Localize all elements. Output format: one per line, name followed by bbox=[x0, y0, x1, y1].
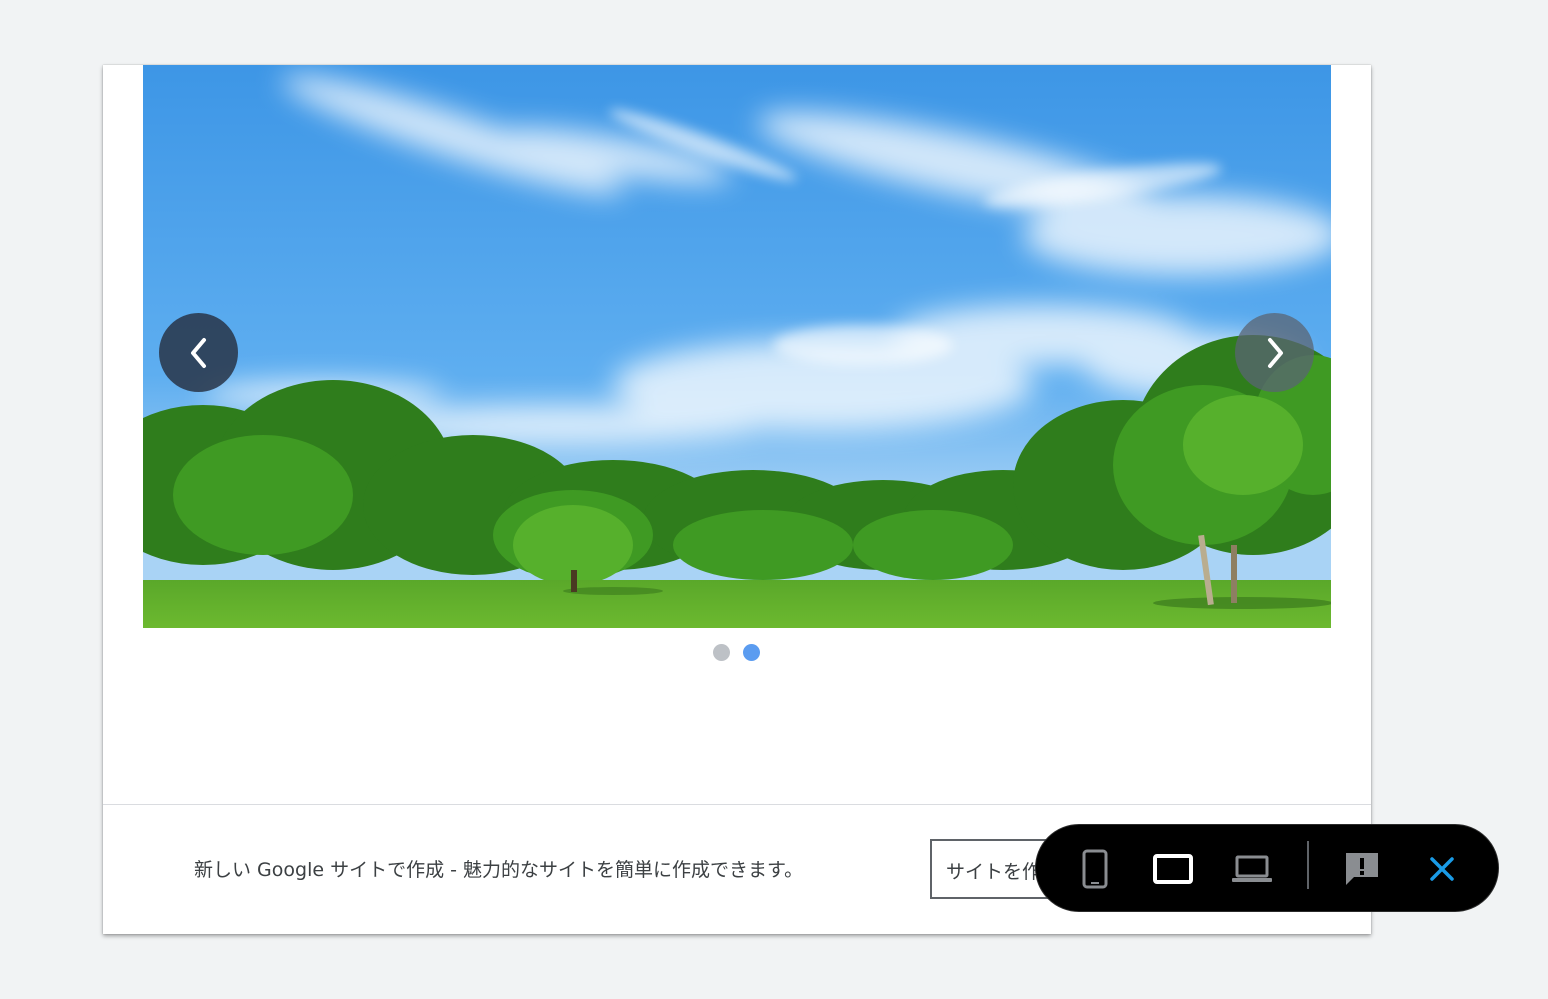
chevron-right-icon bbox=[1267, 337, 1283, 368]
phone-icon bbox=[1082, 849, 1108, 889]
laptop-preview-button[interactable] bbox=[1226, 843, 1278, 895]
chevron-left-icon bbox=[190, 337, 206, 368]
laptop-icon bbox=[1232, 855, 1272, 882]
carousel-dot-2-active[interactable] bbox=[743, 644, 760, 661]
feedback-button[interactable] bbox=[1336, 843, 1388, 895]
phone-preview-button[interactable] bbox=[1069, 843, 1121, 895]
tablet-preview-button[interactable] bbox=[1147, 843, 1199, 895]
promo-text: 新しい Google サイトで作成 - 魅力的なサイトを簡単に作成できます。 bbox=[194, 859, 804, 881]
feedback-icon bbox=[1346, 853, 1378, 885]
preview-device-toolbar bbox=[1035, 824, 1499, 912]
carousel-prev-button[interactable] bbox=[159, 313, 238, 392]
tablet-icon bbox=[1153, 854, 1193, 884]
carousel-indicators bbox=[103, 644, 1371, 662]
slide-image-park bbox=[143, 65, 1331, 628]
carousel-dot-1[interactable] bbox=[713, 644, 730, 661]
close-preview-button[interactable] bbox=[1416, 843, 1468, 895]
footer-divider bbox=[103, 804, 1371, 805]
toolbar-separator bbox=[1307, 841, 1309, 889]
carousel-next-button[interactable] bbox=[1235, 313, 1314, 392]
image-carousel bbox=[143, 65, 1331, 628]
close-icon bbox=[1430, 857, 1454, 881]
site-preview-frame: 新しい Google サイトで作成 - 魅力的なサイトを簡単に作成できます。 サ… bbox=[103, 65, 1371, 934]
